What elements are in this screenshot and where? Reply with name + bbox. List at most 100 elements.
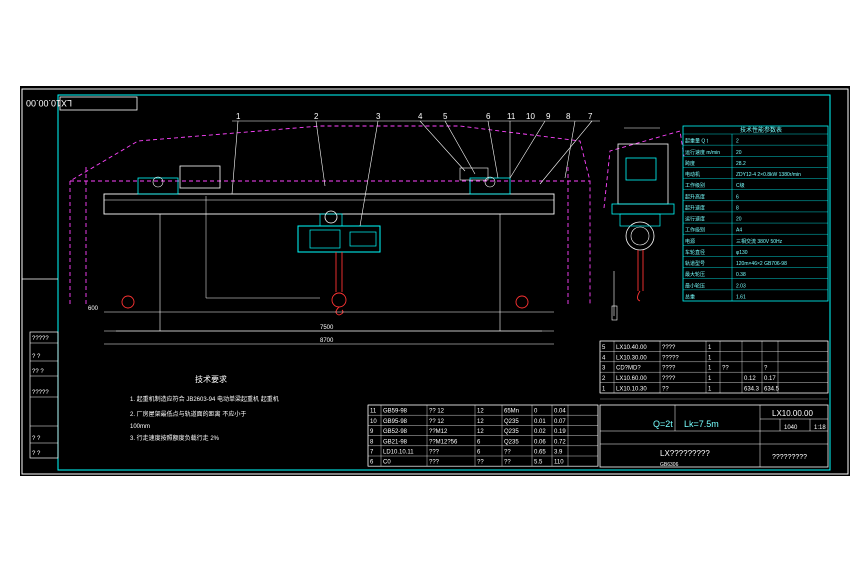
- callout-number: 3: [376, 112, 381, 121]
- param-value: 6: [736, 194, 739, 200]
- parts-cell: 5: [602, 345, 606, 351]
- param-row: 起升高度 6: [685, 193, 739, 200]
- dimension-span-outer: 8700: [320, 338, 334, 344]
- parts-row: 8 GB21-98 ??M12?56 6 Q235 0.06 0.72: [370, 439, 566, 445]
- parts-row: 11 GB59-98 ?? 12 12 65Mn 0 0.04: [370, 409, 566, 415]
- title-drawing-number: LX10.00.00: [772, 409, 813, 418]
- tech-req-line: 3. 行走速度按照额度负载行走 2%: [130, 434, 220, 442]
- tech-req-line: 1. 起重机制造应符合 JB2603-94 电动单梁起重机 起重机: [130, 395, 279, 403]
- param-row: 工作级别 C级: [685, 182, 745, 189]
- param-label: 运行速度: [685, 216, 705, 223]
- parts-cell: 1: [708, 355, 712, 361]
- spec-span: Lk=7.5m: [684, 419, 719, 429]
- param-row: 跨度 28.2: [685, 160, 746, 167]
- parts-row: 6 C0??????? 5.5 110: [370, 460, 564, 466]
- title-block: Q=2t Lk=7.5m LX10.00.00 1040 1:18 LX????…: [599, 404, 829, 468]
- side-end-carriage: [617, 143, 669, 205]
- parts-cell: 12: [477, 419, 484, 425]
- parts-cell: 110: [554, 460, 564, 466]
- parts-cell: ???: [429, 460, 440, 466]
- parts-cell: 10: [370, 419, 377, 425]
- param-label: 车轮直径: [685, 249, 705, 256]
- parts-cell: 0.65: [534, 450, 546, 456]
- parts-cell: 1: [708, 376, 712, 382]
- parts-cell: GB95-98: [383, 419, 408, 425]
- parts-cell: 0.07: [554, 419, 566, 425]
- parts-cell: 1: [602, 387, 606, 393]
- parts-row: 1 LX10.10.30?? 1 634.3 634.5: [602, 387, 780, 393]
- parts-cell: 0.06: [534, 439, 546, 445]
- parts-cell: 1: [708, 345, 712, 351]
- param-value: 20: [736, 150, 742, 156]
- parts-cell: 634.3: [744, 387, 760, 393]
- cad-drawing-viewport: LX10.00.00 ????? ? ? ?? ? ????? ? ? ? ?: [20, 86, 850, 476]
- callout-number: 10: [526, 112, 535, 121]
- param-label: 电源: [685, 238, 695, 245]
- crane-front-view: 1 2 3 4 5 6 11 10 9 8 7 7500 8700 600: [69, 112, 600, 345]
- parts-cell: ??M12: [429, 429, 448, 435]
- parts-cell: ??M12?56: [429, 439, 458, 445]
- end-truck-left: [137, 177, 179, 195]
- left-strip-cell: ? ?: [32, 451, 41, 457]
- parts-cell: 7: [370, 450, 374, 456]
- parts-cell: Q235: [504, 419, 519, 425]
- parts-cell: 3: [602, 366, 606, 372]
- param-value: 2: [736, 139, 739, 145]
- param-row: 电源 三相交流 380V 50Hz: [685, 238, 783, 245]
- param-label: 轨道型号: [685, 260, 705, 267]
- param-value: A4: [736, 228, 742, 234]
- param-row: 运行速度 m/min 20: [685, 149, 742, 156]
- crane-side-view: [603, 127, 685, 321]
- parts-cell: 6: [477, 439, 481, 445]
- parts-cell: 11: [370, 409, 377, 415]
- param-row: 最小轮压 2.03: [685, 282, 746, 289]
- param-value: 1.61: [736, 295, 746, 301]
- callout-number: 2: [314, 112, 319, 121]
- param-label: 最大轮压: [685, 271, 705, 278]
- drawing-number-box: LX10.00.00: [26, 96, 138, 111]
- callout-number: 4: [418, 112, 423, 121]
- param-row: 最大轮压 0.38: [685, 271, 746, 278]
- tech-req-title: 技术要求: [195, 374, 227, 384]
- parts-cell: ????: [662, 345, 676, 351]
- parts-row: 10 GB95-98 ?? 12 12 Q235 0.01 0.07: [370, 419, 566, 425]
- parts-cell: LX10.10.30: [616, 387, 647, 393]
- hook-block: [331, 252, 347, 316]
- title-scale: 1:18: [814, 425, 826, 431]
- parts-cell: 12: [477, 429, 484, 435]
- param-label: 总重: [685, 294, 695, 301]
- parts-cell: ???: [429, 450, 440, 456]
- rail-supports: [121, 295, 529, 309]
- callout-number: 8: [566, 112, 571, 121]
- param-label: 最小轮压: [685, 282, 705, 289]
- parts-cell: C0: [383, 460, 391, 466]
- left-strip-cell: ?????: [32, 390, 49, 396]
- building-outline-hidden: [69, 125, 591, 304]
- param-row: 轨道型号 120m×46×2 GB706-98: [685, 260, 787, 267]
- param-value: 8: [736, 205, 739, 211]
- param-row: 起升速度 8: [685, 204, 739, 211]
- parts-cell: 0.02: [534, 429, 546, 435]
- parts-list-upper: 5 LX10.40.00???? 1 4 LX10.30.00????? 1 3 CD?MD?…: [599, 340, 829, 400]
- parts-cell: 0.12: [744, 376, 756, 382]
- parts-cell: GB52-98: [383, 429, 408, 435]
- dimension-span: 7500: [320, 325, 334, 331]
- spec-capacity: Q=2t: [653, 419, 673, 429]
- param-row: 车轮直径 φ130: [685, 249, 748, 256]
- parts-cell: ?: [764, 366, 768, 372]
- param-row: 工作级别 A4: [685, 227, 742, 234]
- drive-motor: [179, 165, 221, 189]
- parts-cell: ??: [504, 460, 511, 466]
- param-label: 工作级别: [685, 227, 705, 234]
- callout-number: 5: [443, 112, 448, 121]
- param-row: 电动机 ZDY12-4 2×0.8kW 1380r/min: [685, 171, 801, 178]
- title-weight: 1040: [784, 425, 798, 431]
- end-truck-right: [469, 177, 511, 195]
- left-revision-strip: ????? ? ? ?? ? ????? ? ? ? ?: [29, 331, 59, 459]
- parts-row: 5 LX10.40.00???? 1: [602, 345, 712, 351]
- parts-cell: ?? 12: [429, 409, 445, 415]
- parts-cell: LX10.30.00: [616, 355, 647, 361]
- param-row: 运行速度 20: [685, 216, 742, 223]
- parts-cell: 65Mn: [504, 409, 519, 415]
- parts-cell: LD10.10.11: [383, 450, 414, 456]
